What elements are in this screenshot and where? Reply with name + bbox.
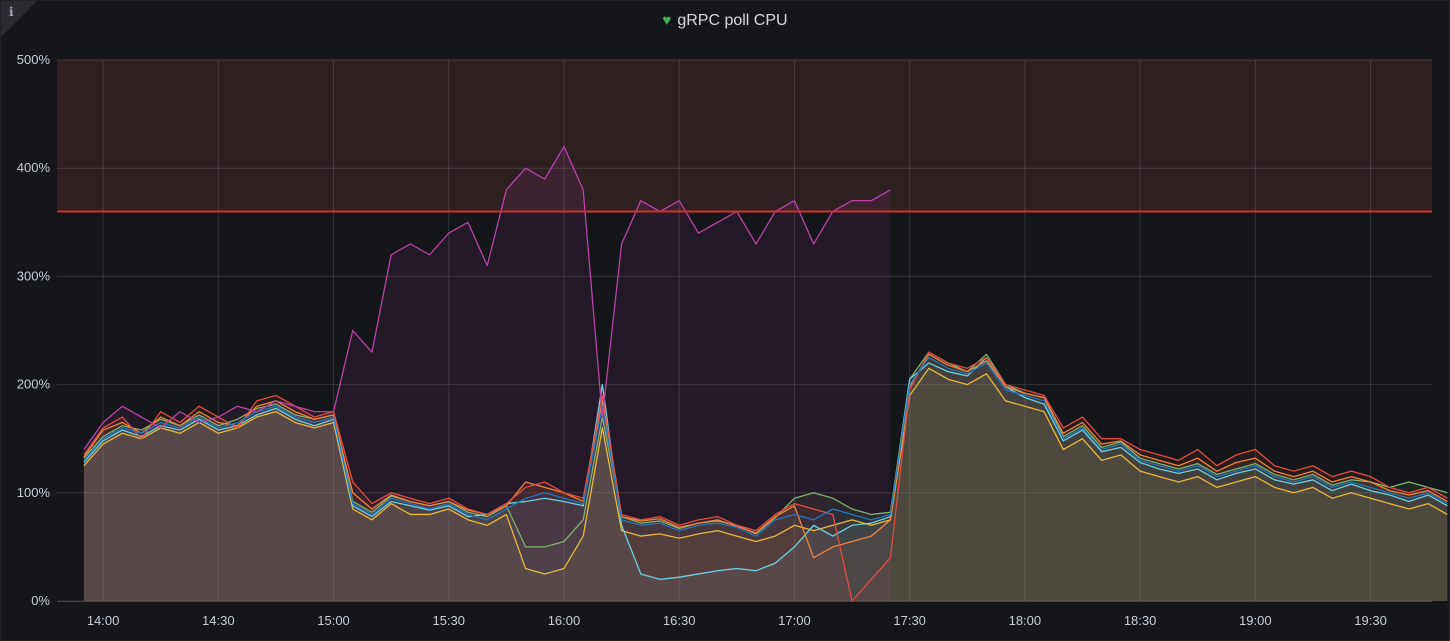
x-tick-label: 19:30	[1354, 613, 1387, 628]
x-tick-label: 14:00	[87, 613, 120, 628]
x-tick-label: 18:00	[1009, 613, 1042, 628]
x-tick-label: 17:30	[893, 613, 926, 628]
x-tick-label: 16:30	[663, 613, 696, 628]
series-purple-area	[83, 146, 891, 601]
y-tick-label: 300%	[17, 268, 51, 283]
y-tick-label: 0%	[31, 593, 50, 608]
x-tick-label: 16:00	[548, 613, 581, 628]
y-tick-label: 400%	[17, 160, 51, 175]
y-tick-label: 500%	[17, 52, 51, 67]
x-tick-label: 18:30	[1124, 613, 1157, 628]
threshold-region	[57, 60, 1432, 212]
x-tick-label: 15:30	[432, 613, 465, 628]
y-tick-label: 100%	[17, 485, 51, 500]
x-tick-label: 19:00	[1239, 613, 1272, 628]
x-tick-label: 17:00	[778, 613, 811, 628]
x-tick-label: 15:00	[317, 613, 350, 628]
x-tick-label: 14:30	[202, 613, 235, 628]
y-tick-label: 200%	[17, 377, 51, 392]
chart-svg: 0% 100% 200% 300% 400% 500% 14:00 14:30 15:00 15:…	[17, 52, 1448, 628]
